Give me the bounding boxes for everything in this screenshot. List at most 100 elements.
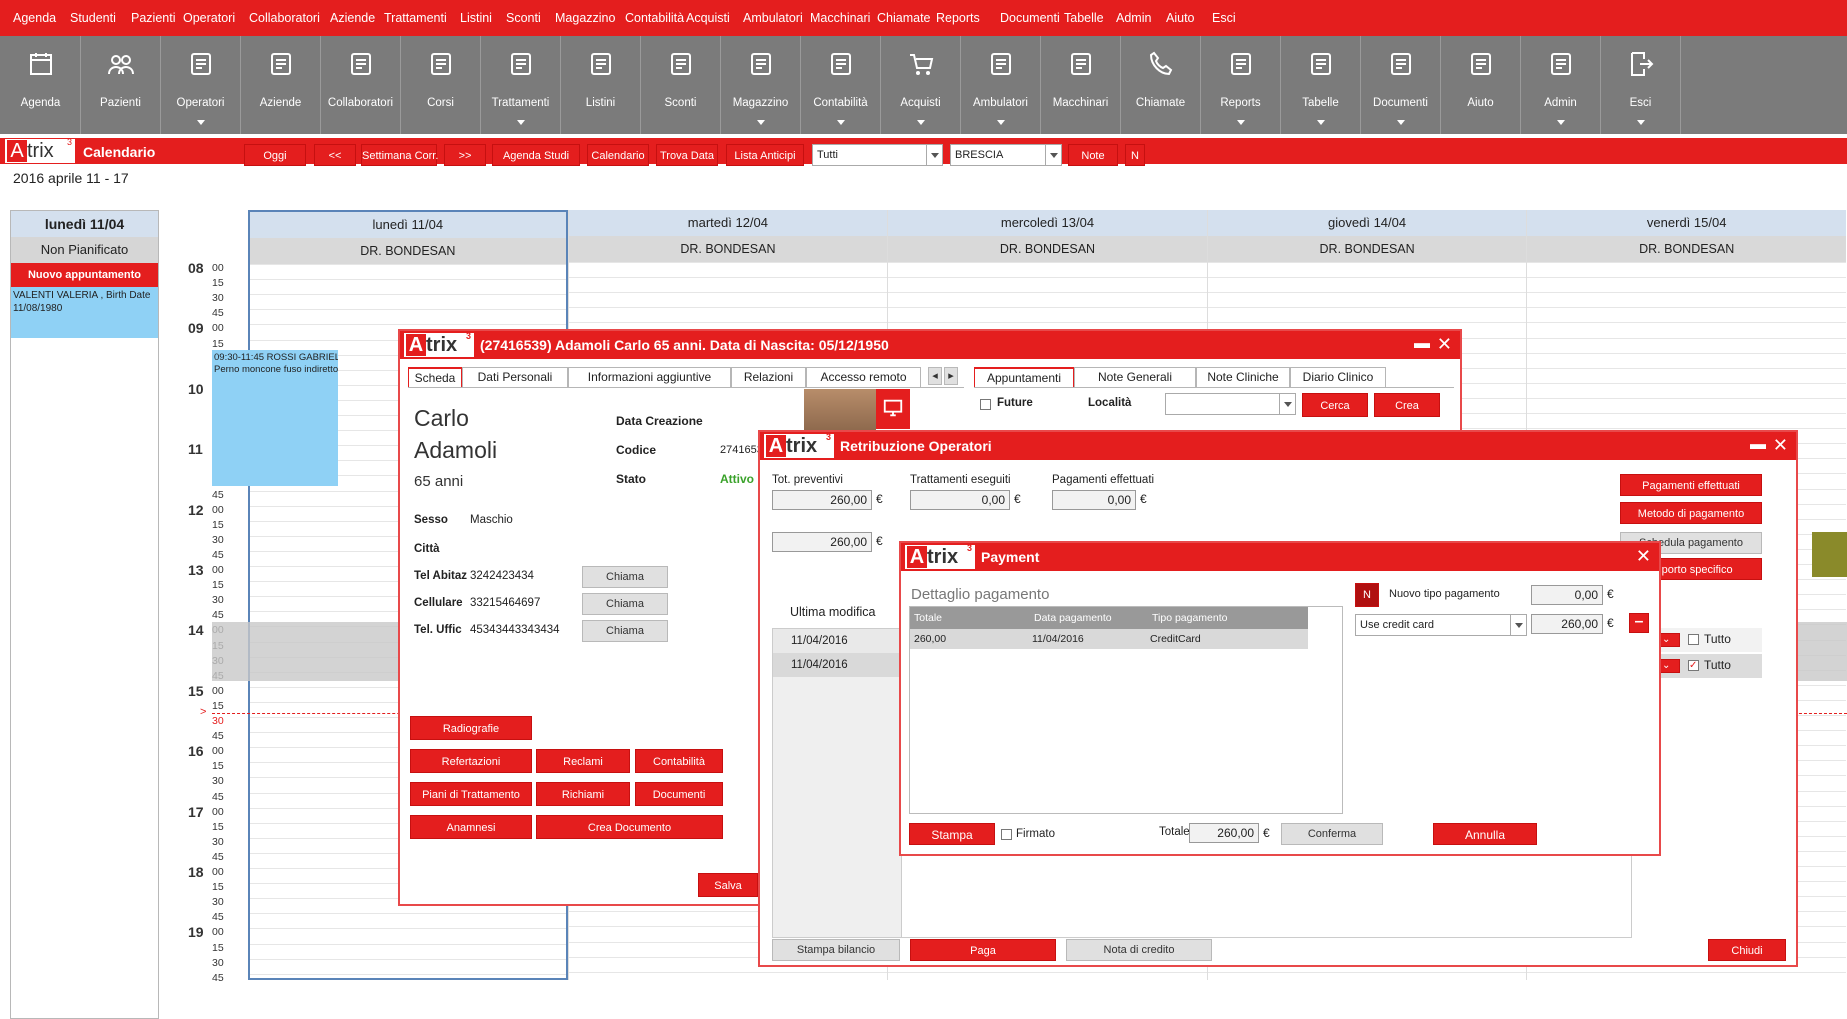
time-slot[interactable]	[250, 973, 566, 989]
tutto-checkbox[interactable]	[1688, 634, 1699, 645]
menu-item-admin[interactable]: Admin	[1116, 11, 1151, 25]
menu-item-listini[interactable]: Listini	[460, 11, 492, 25]
menu-item-aiuto[interactable]: Aiuto	[1166, 11, 1195, 25]
toolbar-operatori-button[interactable]: Operatori	[161, 36, 241, 134]
toolbar-chiamate-button[interactable]: Chiamate	[1121, 36, 1201, 134]
tutto-checkbox-checked[interactable]: ✓	[1688, 660, 1699, 671]
refertazioni-button[interactable]: Refertazioni	[410, 749, 532, 773]
toolbar-ambulatori-button[interactable]: Ambulatori	[961, 36, 1041, 134]
tab-diario-clinico[interactable]: Diario Clinico	[1290, 367, 1386, 387]
menu-item-sconti[interactable]: Sconti	[506, 11, 541, 25]
time-slot[interactable]	[888, 292, 1207, 307]
menu-item-ambulatori[interactable]: Ambulatori	[743, 11, 803, 25]
menu-item-aziende[interactable]: Aziende	[330, 11, 375, 25]
time-slot[interactable]	[250, 943, 566, 959]
reclami-button[interactable]: Reclami	[536, 749, 630, 773]
payment-table-row[interactable]: 260,00 11/04/2016 CreditCard	[910, 629, 1308, 649]
time-slot[interactable]	[568, 277, 888, 292]
menu-item-studenti[interactable]: Studenti	[70, 11, 116, 25]
menu-item-trattamenti[interactable]: Trattamenti	[384, 11, 447, 25]
toolbar-aiuto-button[interactable]: Aiuto	[1441, 36, 1521, 134]
time-slot[interactable]	[888, 971, 1207, 987]
appointment-block[interactable]: 09:30-11:45 ROSSI GABRIELE Perno moncone…	[212, 350, 338, 486]
toolbar-collaboratori-button[interactable]: Collaboratori	[321, 36, 401, 134]
signed-checkbox[interactable]	[1001, 829, 1012, 840]
agenda-studi-button[interactable]: Agenda Studi	[492, 144, 580, 166]
time-slot[interactable]	[1527, 971, 1846, 987]
history-row[interactable]: 11/04/2016	[773, 653, 901, 677]
time-slot[interactable]	[1207, 262, 1527, 277]
toolbar-contabilit-button[interactable]: Contabilità	[801, 36, 881, 134]
toolbar-admin-button[interactable]: Admin	[1521, 36, 1601, 134]
richiami-button[interactable]: Richiami	[536, 782, 630, 806]
documenti-button[interactable]: Documenti	[635, 782, 723, 806]
note-button[interactable]: Note	[1068, 144, 1118, 166]
time-slot[interactable]	[568, 292, 888, 307]
tab-scheda[interactable]: Scheda	[408, 367, 462, 387]
menu-item-acquisti[interactable]: Acquisti	[686, 11, 730, 25]
time-slot[interactable]	[888, 262, 1207, 277]
confirm-button[interactable]: Conferma	[1281, 823, 1383, 845]
close-icon[interactable]: ✕	[1773, 435, 1788, 456]
time-slot[interactable]	[250, 913, 566, 928]
operator-filter-select[interactable]: Tutti	[812, 144, 943, 166]
close-icon[interactable]: ✕	[1636, 546, 1651, 567]
menu-item-tabelle[interactable]: Tabelle	[1064, 11, 1104, 25]
tab-appuntamenti[interactable]: Appuntamenti	[974, 367, 1074, 387]
future-checkbox[interactable]	[980, 399, 991, 410]
toolbar-pazienti-button[interactable]: Pazienti	[81, 36, 161, 134]
tab-relazioni[interactable]: Relazioni	[731, 367, 806, 387]
n-button[interactable]: N	[1125, 144, 1145, 166]
find-date-button[interactable]: Trova Data	[656, 144, 718, 166]
time-slot[interactable]	[250, 264, 566, 279]
history-row[interactable]: 11/04/2016	[773, 629, 901, 653]
minimize-icon[interactable]: ▬	[1414, 335, 1430, 353]
toolbar-documenti-button[interactable]: Documenti	[1361, 36, 1441, 134]
toolbar-reports-button[interactable]: Reports	[1201, 36, 1281, 134]
time-slot[interactable]	[1527, 352, 1846, 368]
remove-payment-icon[interactable]: –	[1629, 613, 1649, 633]
time-slot[interactable]	[1527, 382, 1846, 398]
menu-item-contabilit[interactable]: Contabilità	[625, 11, 684, 25]
time-slot[interactable]	[1527, 413, 1846, 428]
toolbar-aziende-button[interactable]: Aziende	[241, 36, 321, 134]
time-slot[interactable]	[568, 971, 888, 987]
menu-item-operatori[interactable]: Operatori	[183, 11, 235, 25]
time-slot[interactable]	[1207, 307, 1527, 322]
minimize-icon[interactable]: ▬	[1750, 436, 1766, 454]
tab-scroll-right-button[interactable]: ▸	[944, 367, 958, 385]
print-balance-button[interactable]: Stampa bilancio	[772, 939, 900, 961]
time-slot[interactable]	[250, 279, 566, 294]
menu-item-magazzino[interactable]: Magazzino	[555, 11, 615, 25]
payments-made-button[interactable]: Pagamenti effettuati	[1620, 474, 1762, 496]
cancel-button[interactable]: Annulla	[1433, 823, 1537, 845]
today-button[interactable]: Oggi	[244, 144, 306, 166]
time-slot[interactable]	[1527, 367, 1846, 383]
tab-accesso-remoto[interactable]: Accesso remoto	[806, 367, 921, 387]
new-appointment-button[interactable]: Nuovo appuntamento	[11, 263, 158, 287]
toolbar-listini-button[interactable]: Listini	[561, 36, 641, 134]
treatment-plans-button[interactable]: Piani di Trattamento	[410, 782, 532, 806]
toolbar-esci-button[interactable]: Esci	[1601, 36, 1681, 134]
time-slot[interactable]	[888, 307, 1207, 322]
time-slot[interactable]	[250, 958, 566, 974]
time-slot[interactable]	[1527, 337, 1846, 353]
toolbar-sconti-button[interactable]: Sconti	[641, 36, 721, 134]
call-home-button[interactable]: Chiama	[582, 566, 668, 588]
calendar-button[interactable]: Calendario	[587, 144, 649, 166]
time-slot[interactable]	[1527, 292, 1846, 307]
close-icon[interactable]: ✕	[1437, 334, 1452, 355]
time-slot[interactable]	[1527, 322, 1846, 337]
close-button[interactable]: Chiudi	[1708, 939, 1786, 961]
time-slot[interactable]	[250, 928, 566, 943]
menu-item-collaboratori[interactable]: Collaboratori	[249, 11, 320, 25]
tab-scroll-left-button[interactable]: ◂	[928, 367, 942, 385]
unscheduled-item[interactable]: VALENTI VALERIA , Birth Date 11/08/1980	[11, 287, 158, 338]
new-payment-button[interactable]: N	[1355, 583, 1379, 607]
menu-item-esci[interactable]: Esci	[1212, 11, 1236, 25]
new-payment-amount[interactable]: 0,00	[1531, 585, 1603, 605]
print-button[interactable]: Stampa	[909, 823, 995, 845]
time-slot[interactable]	[1527, 397, 1846, 413]
time-slot[interactable]	[1207, 277, 1527, 292]
menu-item-pazienti[interactable]: Pazienti	[131, 11, 175, 25]
